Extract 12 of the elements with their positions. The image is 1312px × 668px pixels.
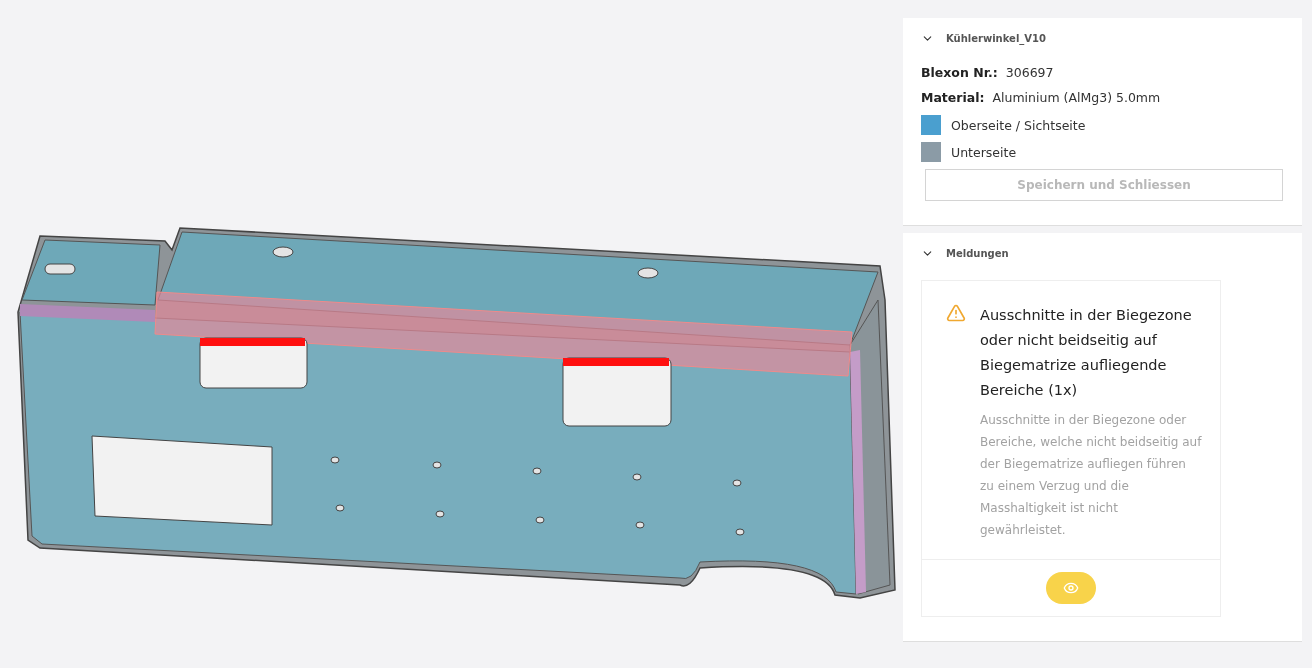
- legend-label: Unterseite: [951, 144, 1017, 160]
- field-value: 306697: [1005, 65, 1054, 80]
- field-label: Material:: [921, 90, 985, 105]
- field-label: Blexon Nr.:: [921, 65, 998, 80]
- eye-icon: [1063, 580, 1079, 596]
- messages-title[interactable]: Meldungen: [946, 248, 1009, 259]
- field-value: Aluminium (AlMg3) 5.0mm: [992, 90, 1161, 105]
- warning-icon: [946, 303, 966, 323]
- part-title[interactable]: Kühlerwinkel_V10: [946, 33, 1046, 44]
- legend-label: Oberseite / Sichtseite: [951, 117, 1086, 133]
- message-title: Ausschnitte in der Biegezone oder nicht beidseitig auf Biegematrize aufliegende Bereiche (1x): [980, 306, 1193, 400]
- message-description: Ausschnitte in der Biegezone oder Bereiche, welche nicht beidseitig auf der Biegematrize aufliegen führen zu einem Verzug und die Masshaltigkeit ist nicht gewährleistet.: [980, 412, 1202, 539]
